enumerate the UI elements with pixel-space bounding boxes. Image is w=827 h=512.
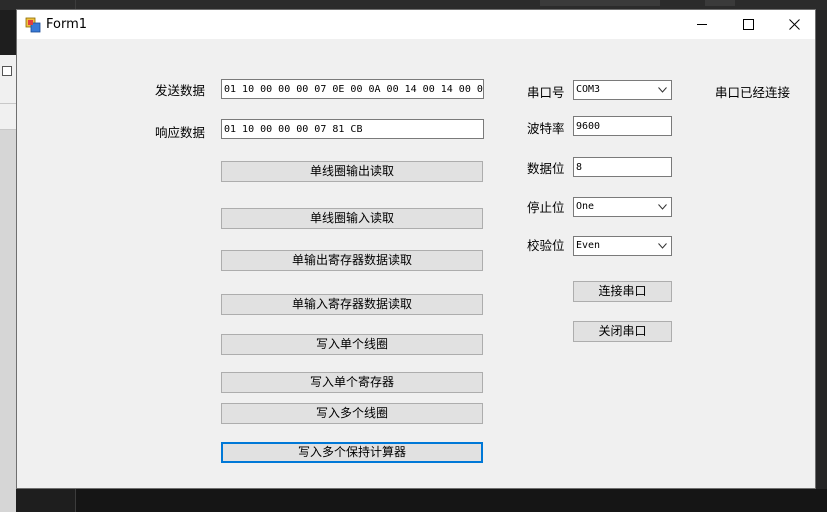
read-single-coil-input-button[interactable]: 单线圈输入读取 (221, 208, 483, 229)
databits-label: 数据位 (527, 161, 565, 176)
connection-status-text: 串口已经连接 (715, 85, 791, 100)
write-multiple-coils-button[interactable]: 写入多个线圈 (221, 403, 483, 424)
maximize-button[interactable] (725, 10, 771, 39)
read-input-register-button[interactable]: 单输入寄存器数据读取 (221, 294, 483, 315)
stopbits-select-value: One (576, 201, 595, 212)
parity-select-value: Even (576, 240, 601, 251)
app-icon (25, 17, 41, 33)
baud-input[interactable] (573, 116, 672, 136)
close-icon (788, 19, 800, 30)
write-single-coil-button[interactable]: 写入单个线圈 (221, 334, 483, 355)
port-label: 串口号 (527, 85, 565, 100)
write-single-register-button[interactable]: 写入单个寄存器 (221, 372, 483, 393)
connect-port-button[interactable]: 连接串口 (573, 281, 672, 302)
background-dark-panel (76, 489, 827, 512)
background-checkbox (2, 66, 12, 76)
parity-select[interactable]: Even (573, 236, 672, 256)
send-data-input[interactable] (221, 79, 484, 99)
minimize-button[interactable] (679, 10, 725, 39)
write-multiple-holding-button[interactable]: 写入多个保持计算器 (221, 442, 483, 463)
response-data-input[interactable] (221, 119, 484, 139)
response-data-label: 响应数据 (155, 125, 206, 140)
form-window: Form1 发送数据 响应数据 单线圈输出读取 单线圈输入读取 单输出寄存器数据… (16, 9, 816, 489)
window-title: Form1 (46, 17, 88, 32)
read-single-coil-output-button[interactable]: 单线圈输出读取 (221, 161, 483, 182)
close-window-button[interactable] (771, 10, 817, 39)
chevron-down-icon (658, 87, 667, 93)
background-editor-tab-2 (705, 0, 735, 6)
stopbits-select[interactable]: One (573, 197, 672, 217)
stopbits-label: 停止位 (527, 200, 565, 215)
close-port-button[interactable]: 关闭串口 (573, 321, 672, 342)
parity-label: 校验位 (527, 238, 565, 253)
chevron-down-icon (658, 204, 667, 210)
form-client-area: 发送数据 响应数据 单线圈输出读取 单线圈输入读取 单输出寄存器数据读取 单输入… (17, 39, 815, 490)
send-data-label: 发送数据 (155, 83, 206, 98)
port-select-value: COM3 (576, 84, 601, 95)
background-right-panel (816, 10, 827, 489)
minimize-icon (697, 24, 707, 25)
background-editor-tab (540, 0, 660, 6)
port-select[interactable]: COM3 (573, 80, 672, 100)
title-bar[interactable]: Form1 (17, 10, 815, 39)
databits-input[interactable] (573, 157, 672, 177)
chevron-down-icon (658, 243, 667, 249)
background-left-window (0, 55, 16, 512)
read-output-register-button[interactable]: 单输出寄存器数据读取 (221, 250, 483, 271)
baud-label: 波特率 (527, 121, 565, 136)
maximize-icon (742, 19, 754, 30)
